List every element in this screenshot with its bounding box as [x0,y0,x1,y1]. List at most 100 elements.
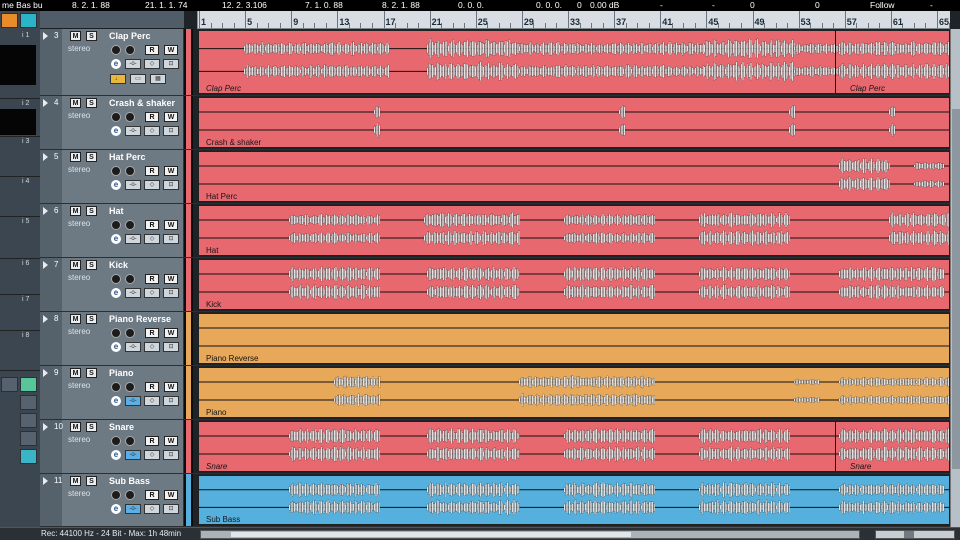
edit-icon[interactable] [20,13,37,28]
power-icon[interactable] [111,490,121,500]
audio-event-lane[interactable]: Snare Snare [198,421,950,472]
power-icon[interactable] [111,45,121,55]
edit-channel-button[interactable]: e [111,288,121,298]
timebase-icon[interactable]: ◇ [144,396,160,406]
mute-button[interactable]: M [70,422,81,432]
track-name[interactable]: Hat [109,206,124,216]
plus-icon[interactable] [20,377,37,392]
expand-triangle-icon[interactable] [43,99,48,107]
monitor-icon[interactable] [125,220,135,230]
circle-icon[interactable] [20,449,37,464]
lock-icon[interactable]: ⊡ [163,342,179,352]
read-automation-button[interactable]: R [145,490,159,500]
track-name[interactable]: Hat Perc [109,152,146,162]
edit-channel-button[interactable]: e [111,504,121,514]
scroll-thumb[interactable] [952,109,960,469]
monitor-icon[interactable] [125,490,135,500]
track-number-cell[interactable]: 10 [40,420,63,473]
folder-icon[interactable]: ▭ [130,74,146,84]
write-automation-button[interactable]: W [164,274,178,284]
lock-icon[interactable]: ⊡ [163,180,179,190]
power-icon[interactable] [111,274,121,284]
read-automation-button[interactable]: R [145,436,159,446]
solo-button[interactable]: S [86,260,97,270]
mute-button[interactable]: M [70,98,81,108]
monitor-icon[interactable] [125,274,135,284]
expand-triangle-icon[interactable] [43,207,48,215]
lane-icon[interactable]: -o- [125,450,141,460]
lane-icon[interactable]: -o- [125,126,141,136]
solo-button[interactable]: S [86,31,97,41]
track-kick[interactable]: 7 Kick stereo M S R We -o- ◇ ⊡ Kick [40,258,950,312]
track-hat-perc[interactable]: 5 Hat Perc stereo M S R We -o- ◇ ⊡ Hat Perc [40,150,950,204]
track-clap-perc[interactable]: 3 Clap Perc stereo M S R We -o- ◇ ⊡ ♩ ▭ ▦ Clap Perc Cl… [40,29,950,96]
track-header[interactable]: 6 Hat stereo M S R We -o- ◇ ⊡ [40,204,184,257]
track-hat[interactable]: 6 Hat stereo M S R We -o- ◇ ⊡ Hat [40,204,950,258]
solo-button[interactable]: S [86,152,97,162]
write-automation-button[interactable]: W [164,112,178,122]
edit-channel-button[interactable]: e [111,234,121,244]
read-automation-button[interactable]: R [145,112,159,122]
track-number-cell[interactable]: 11 [40,474,62,526]
expand-triangle-icon[interactable] [43,153,48,161]
fader-icon[interactable] [20,413,37,428]
zoom-handle[interactable] [904,531,914,538]
track-name[interactable]: Piano Reverse [109,314,171,324]
track-sub-bass[interactable]: 11 Sub Bass stereo M S R We -o- ◇ ⊡ Sub Bass [40,474,950,527]
monitor-icon[interactable] [125,166,135,176]
edit-channel-button[interactable]: e [111,450,121,460]
audio-event-lane[interactable]: Piano Reverse [198,313,950,364]
track-name[interactable]: Piano [109,368,134,378]
track-piano[interactable]: 9 Piano stereo M S R We -o- ◇ ⊡ Piano [40,366,950,420]
track-snare[interactable]: 10 Snare stereo M S R We -o- ◇ ⊡ Snare Snare [40,420,950,474]
track-number-cell[interactable]: 9 [40,366,62,419]
lock-icon[interactable]: ⊡ [163,126,179,136]
grid-icon[interactable] [20,431,37,446]
lane-icon[interactable]: -o- [125,234,141,244]
track-header[interactable]: 9 Piano stereo M S R We -o- ◇ ⊡ [40,366,184,419]
power-icon[interactable] [111,436,121,446]
audio-event-lane[interactable]: Crash & shaker [198,97,950,148]
track-header[interactable]: 8 Piano Reverse stereo M S R We -o- ◇ ⊡ [40,312,184,365]
track-header[interactable]: 7 Kick stereo M S R We -o- ◇ ⊡ [40,258,184,311]
timebase-icon[interactable]: ◇ [144,288,160,298]
lock-icon[interactable]: ⊡ [163,504,179,514]
track-number-cell[interactable]: 6 [40,204,62,257]
edit-channel-button[interactable]: e [111,342,121,352]
timeline-ruler[interactable]: 1 5 9 13 17 21 25 29 33 37 41 45 49 53 57 61 65 [198,11,950,29]
track-name[interactable]: Clap Perc [109,31,151,41]
grid-view-icon[interactable]: ▦ [150,74,166,84]
edit-channel-button[interactable]: e [111,126,121,136]
lane-icon[interactable]: -o- [125,504,141,514]
solo-button[interactable]: S [86,476,97,486]
expand-triangle-icon[interactable] [43,32,48,40]
lane-icon[interactable]: -o- [125,342,141,352]
lane-icon[interactable]: -o- [125,288,141,298]
expand-triangle-icon[interactable] [43,261,48,269]
timebase-icon[interactable]: ◇ [144,234,160,244]
timebase-icon[interactable]: ◇ [144,342,160,352]
power-icon[interactable] [111,220,121,230]
track-number-cell[interactable]: 5 [40,150,62,203]
lane-icon[interactable]: -o- [125,396,141,406]
edit-channel-button[interactable]: e [111,180,121,190]
track-header[interactable]: 3 Clap Perc stereo M S R We -o- ◇ ⊡ ♩ ▭ ▦ [40,29,184,95]
mute-button[interactable]: M [70,314,81,324]
track-header[interactable]: 4 Crash & shaker stereo M S R We -o- ◇ ⊡ [40,96,184,149]
mute-button[interactable]: M [70,152,81,162]
timebase-icon[interactable]: ◇ [144,450,160,460]
lane-icon[interactable]: -o- [125,180,141,190]
power-icon[interactable] [111,328,121,338]
track-name[interactable]: Crash & shaker [109,98,175,108]
power-icon[interactable] [111,112,121,122]
note-icon[interactable]: ♩ [110,74,126,84]
orange-toggle-icon[interactable] [1,13,18,28]
track-name[interactable]: Sub Bass [109,476,150,486]
track-header[interactable]: 5 Hat Perc stereo M S R We -o- ◇ ⊡ [40,150,184,203]
write-automation-button[interactable]: W [164,328,178,338]
read-automation-button[interactable]: R [145,220,159,230]
solo-button[interactable]: S [86,422,97,432]
read-automation-button[interactable]: R [145,328,159,338]
timebase-icon[interactable]: ◇ [144,59,160,69]
audio-event-lane[interactable]: Hat [198,205,950,256]
